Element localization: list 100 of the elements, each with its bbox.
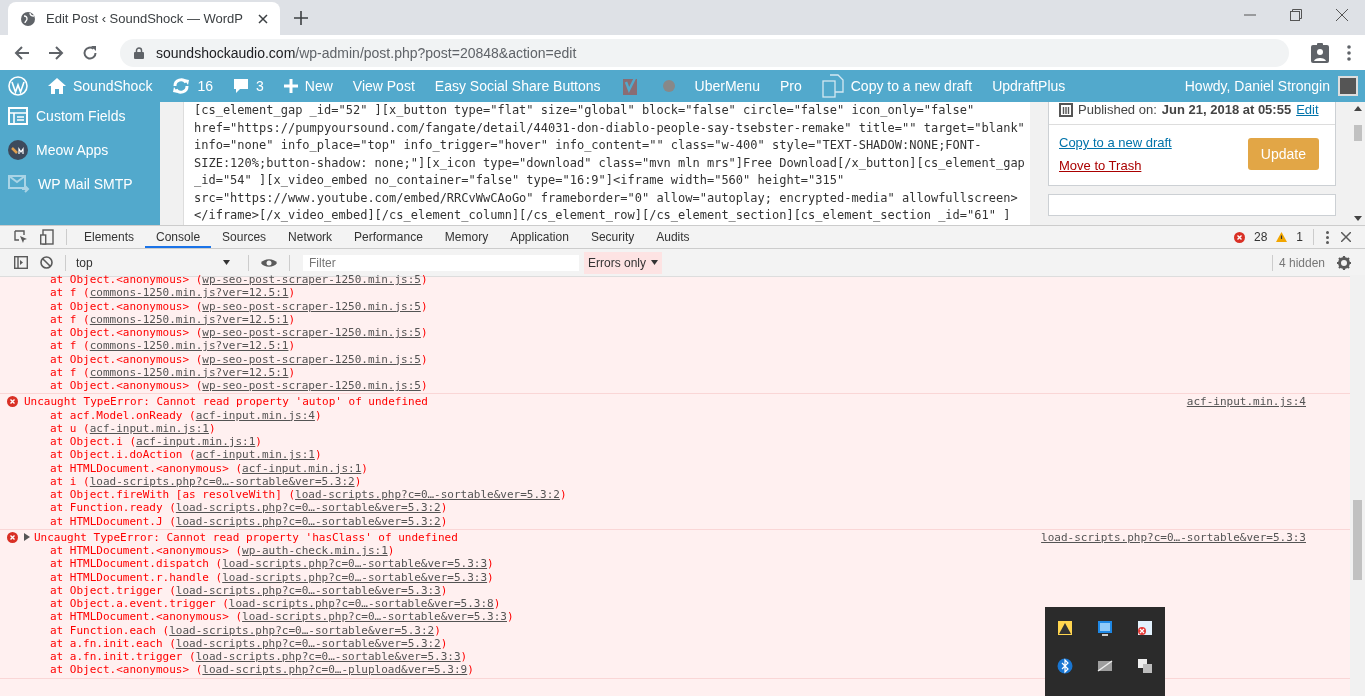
- tab-title: Edit Post ‹ SoundShock — WordP: [46, 11, 245, 26]
- published-label: Published on:: [1078, 102, 1157, 117]
- source-link[interactable]: load-scripts.php?c=0…-sortable&ver=5.3:3: [195, 650, 461, 663]
- source-link[interactable]: wp-seo-post-scraper-1250.min.js:5: [202, 299, 421, 313]
- wordpress-logo-icon[interactable]: [8, 76, 28, 96]
- more-icon[interactable]: [1326, 230, 1329, 244]
- device-icon[interactable]: [40, 229, 54, 245]
- close-icon[interactable]: [1336, 9, 1348, 21]
- source-link[interactable]: acf-input.min.js:4: [195, 408, 315, 422]
- new-tab-icon[interactable]: [294, 11, 308, 25]
- source-link[interactable]: acf-input.min.js:1: [136, 435, 256, 448]
- source-link[interactable]: acf-input.min.js:1: [89, 421, 209, 435]
- stack-frame: at a.fn.init.each (load-scripts.php?c=0…-sortable&ver=5.3:2): [0, 636, 448, 650]
- devtools-tab[interactable]: Application: [499, 226, 580, 248]
- settings-icon[interactable]: [1337, 255, 1351, 270]
- error-message: Uncaught TypeError: Cannot read property 'hasClass' of undefined: [34, 530, 458, 544]
- scroll-thumb[interactable]: [1353, 500, 1362, 580]
- filter-field[interactable]: Filter: [302, 253, 580, 272]
- more-icon[interactable]: [1347, 44, 1351, 61]
- code-line: [cs_element_gap _id="52" ][x_button type="flat" size="global" block="false" circle="false" icon_only="false": [194, 102, 976, 119]
- back-icon[interactable]: [14, 44, 30, 61]
- source-link[interactable]: load-scripts.php?c=0…-sortable&ver=5.3:2: [175, 514, 441, 528]
- edit-link[interactable]: Edit: [1296, 102, 1319, 117]
- stack-frame: at Object.<anonymous> (wp-seo-post-scraper-1250.min.js:5): [0, 273, 428, 287]
- source-link[interactable]: load-scripts.php?c=0…-sortable&ver=5.3:3: [222, 570, 488, 584]
- source-link[interactable]: load-scripts.php?c=0…-sortable&ver=5.3:2: [175, 501, 441, 515]
- devtools-tab[interactable]: Performance: [343, 226, 434, 248]
- stack-frame: at f (commons-1250.min.js?ver=12.5:1): [0, 365, 296, 379]
- envelope-icon: [8, 175, 30, 193]
- close-icon[interactable]: [1341, 232, 1351, 242]
- stack-frame: at Function.each (load-scripts.php?c=0…-sortable&ver=5.3:2): [0, 623, 441, 637]
- source-link[interactable]: load-scripts.php?c=0…-sortable&ver=5.3:2: [175, 636, 441, 650]
- restore-icon[interactable]: [1290, 9, 1302, 21]
- source-link[interactable]: load-scripts.php?c=0…-sortable&ver=5.3:3: [1041, 530, 1306, 544]
- code-line: SIZE:120%;button-shadow: none;"][x_icon type="download" class="mvn mln mrs"]Free Download[/x_button][cs_element_gap: [194, 154, 1026, 172]
- source-link[interactable]: acf-input.min.js:4: [1186, 395, 1306, 409]
- source-link[interactable]: wp-seo-post-scraper-1250.min.js:5: [202, 326, 421, 339]
- source-link[interactable]: load-scripts.php?c=0…-plupload&ver=5.3:9: [202, 663, 468, 677]
- bluetooth-icon[interactable]: [1057, 658, 1073, 674]
- address-bar[interactable]: soundshockaudio.com/wp-admin/post.php?post=20848&action=edit: [120, 38, 1289, 67]
- trash-link[interactable]: Move to Trash: [1059, 158, 1172, 173]
- code-line: </iframe>[/x_video_embed][/cs_element_column][/cs_element_row][/cs_element_section][cs_element_section _id="61" ]: [194, 207, 1012, 224]
- warning-count: 1: [1296, 230, 1303, 244]
- source-link[interactable]: wp-seo-post-scraper-1250.min.js:5: [202, 273, 421, 286]
- devtools-tab[interactable]: Security: [579, 226, 646, 248]
- browser-tab[interactable]: Edit Post ‹ SoundShock — WordP: [8, 2, 280, 35]
- source-link[interactable]: load-scripts.php?c=0…-sortable&ver=5.3:2: [89, 474, 355, 488]
- scrollbar[interactable]: [1350, 275, 1365, 696]
- warning-icon[interactable]: [1057, 620, 1073, 636]
- forward-icon[interactable]: [48, 44, 64, 61]
- source-link[interactable]: load-scripts.php?c=0…-sortable&ver=5.3:3: [242, 610, 507, 624]
- caret-icon: [651, 260, 658, 265]
- reload-icon[interactable]: [82, 44, 98, 61]
- scroll-thumb[interactable]: [1353, 125, 1362, 141]
- avatar[interactable]: [1338, 76, 1358, 96]
- source-link[interactable]: wp-seo-post-scraper-1250.min.js:5: [202, 352, 421, 366]
- source-link[interactable]: acf-input.min.js:1: [195, 448, 315, 462]
- source-link[interactable]: load-scripts.php?c=0…-sortable&ver=5.3:8: [228, 597, 494, 610]
- source-link[interactable]: load-scripts.php?c=0…-sortable&ver=5.3:3: [175, 583, 441, 597]
- levels-dropdown[interactable]: Errors only: [584, 251, 662, 274]
- source-link[interactable]: load-scripts.php?c=0…-sortable&ver=5.3:2: [169, 623, 435, 637]
- calendar-icon: [1059, 102, 1073, 117]
- clear-icon[interactable]: [40, 256, 53, 269]
- devtools-tab[interactable]: Memory: [433, 226, 500, 248]
- error-icon[interactable]: [1137, 620, 1153, 636]
- source-link[interactable]: commons-1250.min.js?ver=12.5:1: [89, 312, 289, 326]
- eye-icon[interactable]: [261, 257, 277, 268]
- sidebar-toggle-icon[interactable]: [14, 256, 28, 269]
- source-link[interactable]: commons-1250.min.js?ver=12.5:1: [89, 339, 289, 353]
- expand-triangle-icon[interactable]: [24, 533, 30, 542]
- inspect-icon[interactable]: [14, 230, 28, 244]
- source-link[interactable]: commons-1250.min.js?ver=12.5:1: [89, 365, 289, 379]
- context-select[interactable]: top: [72, 255, 242, 270]
- published-date: Jun 21, 2018 at 05:55: [1161, 102, 1292, 117]
- copy-draft-link[interactable]: Copy to a new draft: [1059, 135, 1172, 150]
- stack-frame: at Object.i.doAction (acf-input.min.js:1): [0, 448, 322, 462]
- monitor-icon[interactable]: [1097, 620, 1113, 636]
- devtools-tab[interactable]: Audits: [645, 226, 701, 248]
- source-link[interactable]: load-scripts.php?c=0…-sortable&ver=5.3:2: [295, 488, 560, 501]
- stack-frame: at a.fn.init.trigger (load-scripts.php?c=0…-sortable&ver=5.3:3): [0, 650, 468, 664]
- source-link[interactable]: acf-input.min.js:1: [242, 461, 362, 475]
- source-link[interactable]: load-scripts.php?c=0…-sortable&ver=5.3:3: [222, 557, 488, 571]
- profile-icon[interactable]: [1311, 42, 1329, 63]
- display-icon[interactable]: [1097, 658, 1113, 674]
- source-link[interactable]: wp-auth-check.min.js:1: [242, 544, 388, 557]
- close-icon[interactable]: [258, 13, 268, 24]
- devtools-tab[interactable]: Network: [277, 226, 344, 248]
- stack-frame: at HTMLDocument.<anonymous> (wp-auth-check.min.js:1): [0, 544, 395, 558]
- devtools-tab[interactable]: Elements: [73, 226, 146, 248]
- source-link[interactable]: commons-1250.min.js?ver=12.5:1: [89, 286, 289, 300]
- code-line: _id="54" ][x_video_embed no_container="false" type="16:9"]<iframe width="560" height="315": [194, 172, 846, 189]
- stack-frame: at i (load-scripts.php?c=0…-sortable&ver=5.3:2): [0, 474, 362, 488]
- scroll-down-icon: [1353, 216, 1362, 221]
- window-icon[interactable]: [1137, 658, 1153, 674]
- stack-frame: at Object.<anonymous> (wp-seo-post-scraper-1250.min.js:5): [0, 379, 428, 393]
- round-logo-icon: [8, 140, 28, 160]
- source-link[interactable]: wp-seo-post-scraper-1250.min.js:5: [202, 379, 421, 392]
- stack-frame: at Object.<anonymous> (load-scripts.php?c=0…-plupload&ver=5.3:9): [0, 663, 474, 677]
- stack-frame: at f (commons-1250.min.js?ver=12.5:1): [0, 339, 296, 353]
- devtools-tab[interactable]: Sources: [211, 226, 278, 248]
